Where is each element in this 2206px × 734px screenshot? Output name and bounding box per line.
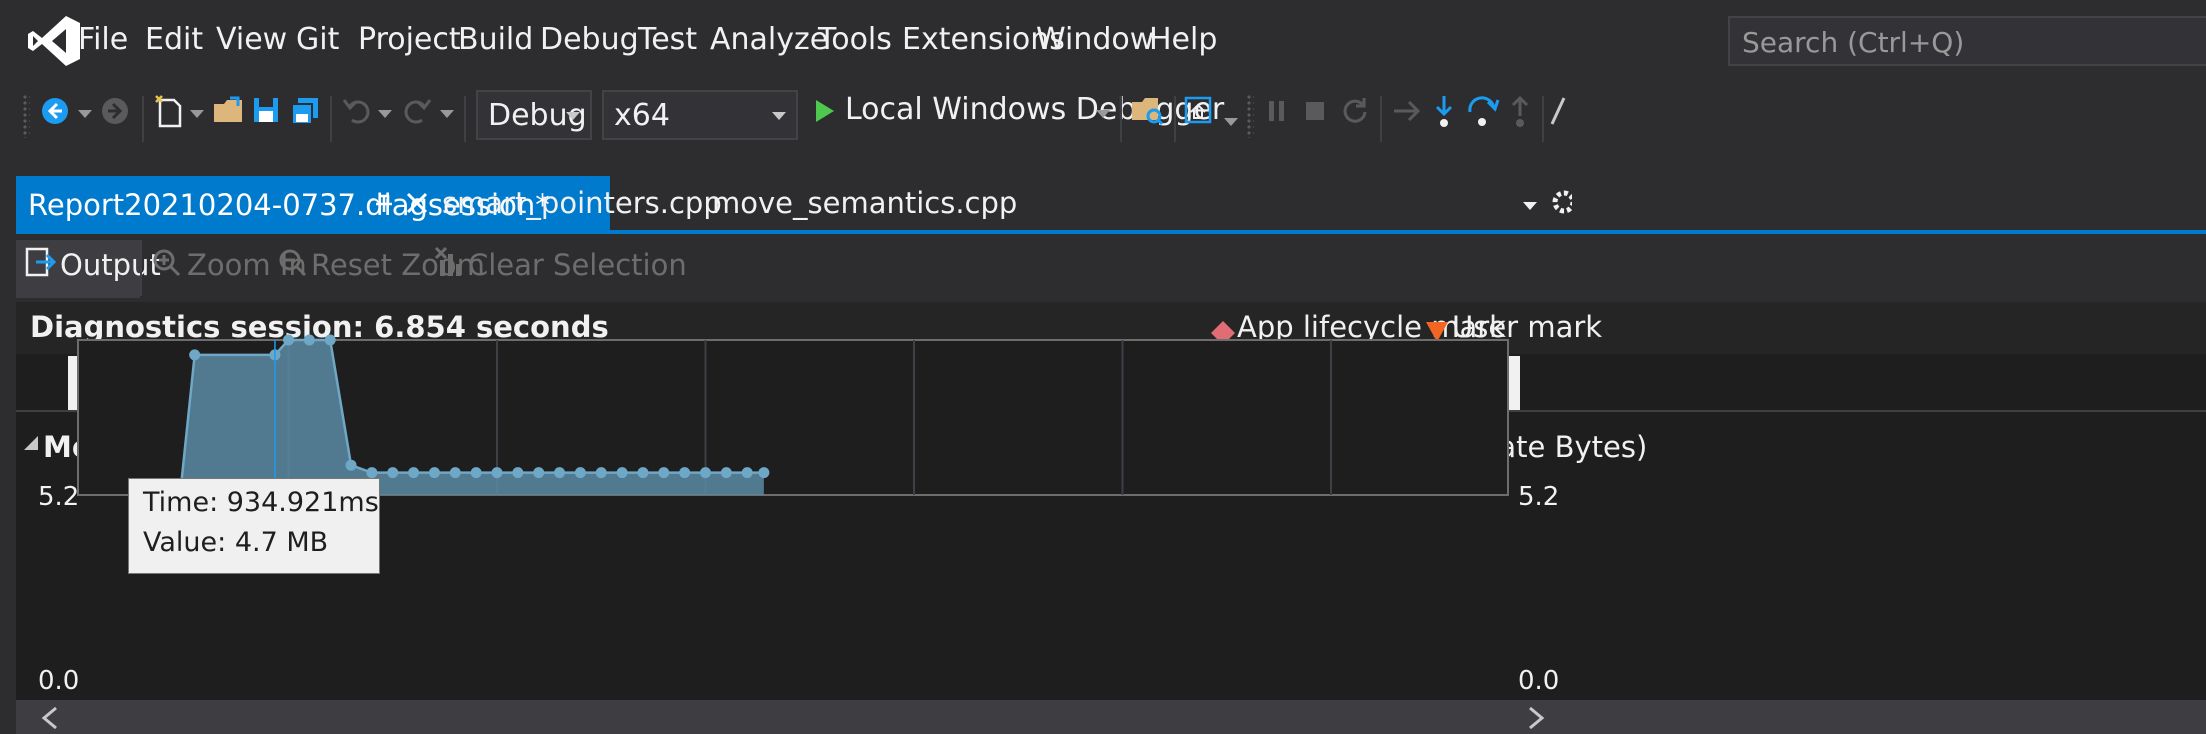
scroll-right-icon[interactable] xyxy=(1526,706,1546,730)
memory-data-point xyxy=(428,467,440,479)
scroll-left-icon[interactable] xyxy=(40,706,60,730)
memory-data-point xyxy=(387,467,399,479)
tooltip-value: Value: 4.7 MB xyxy=(143,527,329,558)
memory-data-point xyxy=(679,467,691,479)
memory-data-point xyxy=(324,334,336,346)
horizontal-scrollbar[interactable] xyxy=(16,700,2206,734)
data-tooltip: Time: 934.921ms Value: 4.7 MB xyxy=(128,478,380,574)
memory-data-point xyxy=(658,467,670,479)
memory-data-point xyxy=(470,467,482,479)
tooltip-time: Time: 934.921ms xyxy=(143,487,379,518)
memory-data-point xyxy=(758,467,770,479)
memory-data-point xyxy=(408,467,420,479)
memory-data-point xyxy=(533,467,545,479)
memory-data-point xyxy=(449,467,461,479)
memory-data-point xyxy=(574,467,586,479)
memory-data-point xyxy=(189,349,201,361)
memory-data-point xyxy=(512,467,524,479)
memory-data-point xyxy=(283,334,294,346)
memory-data-point xyxy=(637,467,649,479)
memory-chart[interactable] xyxy=(0,0,2206,734)
memory-data-point xyxy=(700,467,711,479)
memory-data-point xyxy=(554,467,566,479)
memory-data-point xyxy=(345,459,357,471)
memory-data-point xyxy=(595,467,607,479)
memory-data-point xyxy=(741,467,753,479)
memory-data-point xyxy=(491,467,503,479)
memory-data-point xyxy=(616,467,628,479)
memory-data-point xyxy=(366,467,378,479)
memory-data-point xyxy=(720,467,732,479)
memory-data-point xyxy=(303,334,315,346)
